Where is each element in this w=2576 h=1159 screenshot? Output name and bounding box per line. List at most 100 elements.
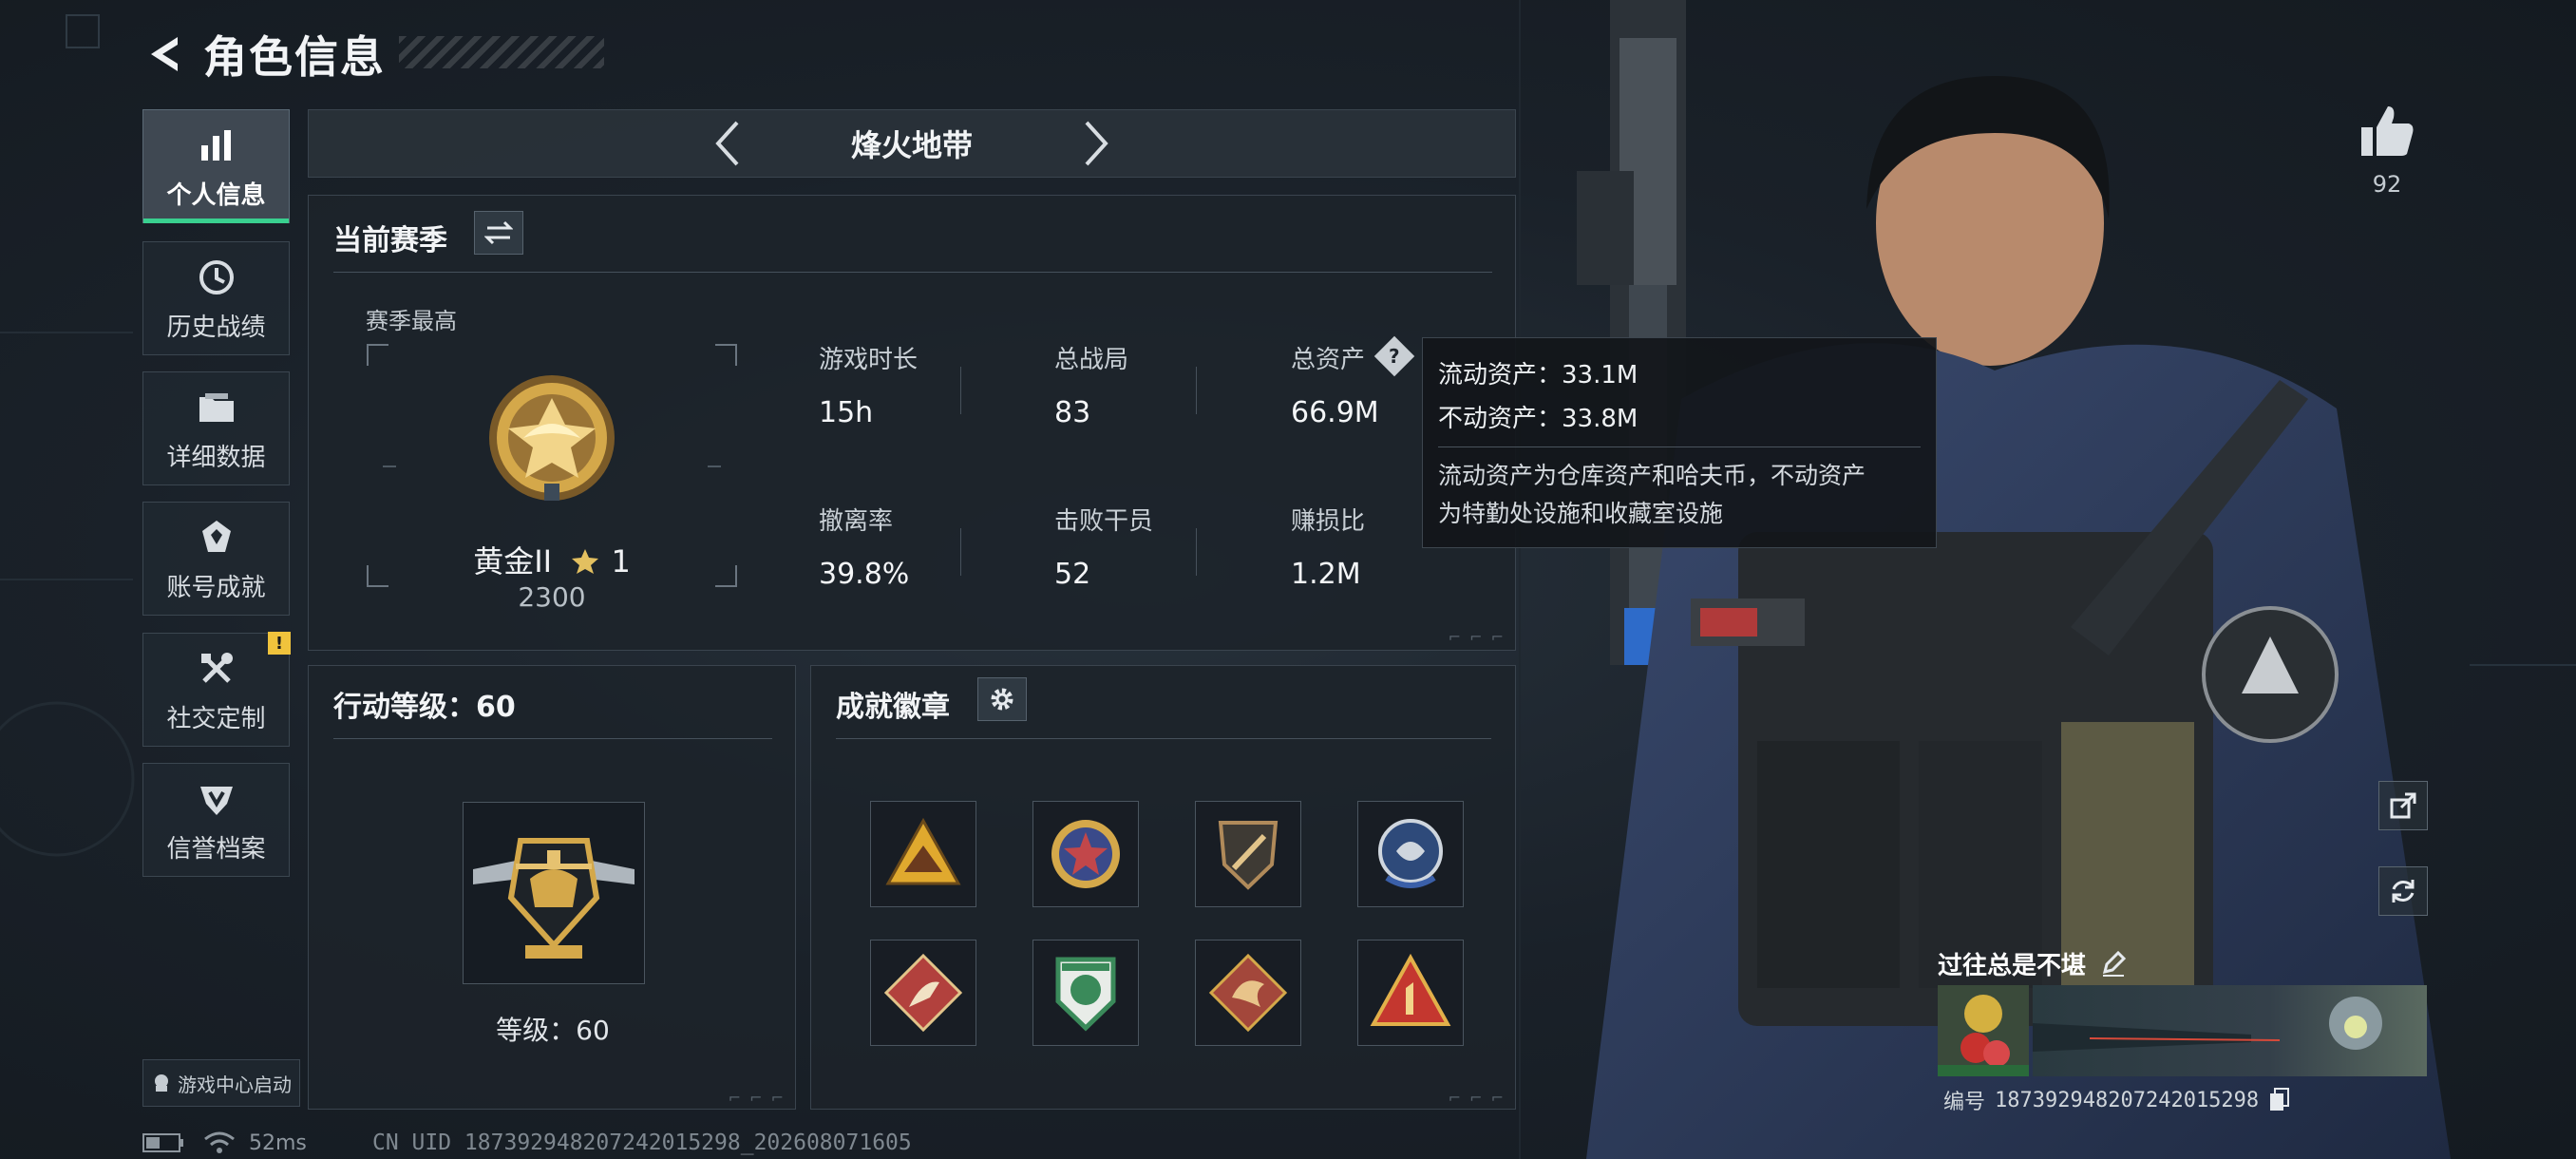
achievement-badge-panel: 成就徽章 ⌐ ⌐ ⌐: [810, 665, 1516, 1110]
mode-title: 烽火地带: [850, 127, 973, 163]
action-level-panel: 行动等级：60 等级：60 ⌐ ⌐ ⌐: [308, 665, 796, 1110]
red-diamond-runner-badge-icon: [883, 953, 963, 1033]
achievement-badge[interactable]: [1032, 940, 1139, 1046]
current-season-panel: 当前赛季 赛季最高 黄金II 1 2300 游戏时长 15h 总战局 83 总资…: [308, 195, 1516, 651]
stat-value: 39.8%: [819, 558, 910, 591]
refresh-icon: [2392, 880, 2415, 902]
folder-icon: [194, 385, 239, 430]
help-icon: ?: [1389, 344, 1400, 368]
player-name-row: 过往总是不堪: [1938, 942, 2128, 984]
stat-label: 撤离率: [819, 507, 894, 536]
helicopter-level-emblem-icon: [473, 838, 635, 959]
stat-value: 1.2M: [1291, 558, 1361, 591]
alert-badge: !: [268, 632, 291, 655]
share-button[interactable]: [2378, 781, 2428, 830]
stat-value: 15h: [819, 396, 874, 429]
corner-decoration: ⌐ ⌐ ⌐: [728, 1089, 786, 1107]
stat-label: 赚损比: [1291, 507, 1366, 536]
share-icon: [2390, 792, 2416, 819]
player-name: 过往总是不堪: [1938, 951, 2087, 980]
stat-value: 83: [1054, 396, 1091, 429]
mode-next-button[interactable]: [1064, 115, 1130, 172]
stat-value: 52: [1054, 558, 1091, 591]
stat-label: 击败干员: [1054, 507, 1154, 536]
bar-chart-icon: [194, 123, 239, 168]
sidebar-item-detailed-data[interactable]: 详细数据: [142, 371, 290, 485]
sidebar-item-achievements[interactable]: 账号成就: [142, 502, 290, 616]
level-divider: [333, 738, 772, 739]
chevron-right-icon: [1085, 121, 1108, 166]
battery-icon: [142, 1133, 183, 1152]
stat-label: 总战局: [1054, 346, 1129, 374]
gear-icon: [991, 688, 1013, 711]
season-switch-button[interactable]: [474, 211, 523, 255]
shield-blade-badge-icon: [1218, 821, 1279, 890]
sidebar-item-credit-record[interactable]: 信誉档案: [142, 763, 290, 877]
chevron-left-icon: [715, 121, 739, 166]
gold-rank-emblem-icon: [489, 375, 615, 501]
tooltip-divider: [1438, 446, 1921, 447]
ping-value: 52ms: [249, 1130, 307, 1155]
star-medal-badge-icon: [1051, 820, 1120, 888]
achievement-settings-button[interactable]: [977, 677, 1027, 721]
corner-decoration: ⌐ ⌐ ⌐: [1448, 1089, 1506, 1107]
wifi-icon: [204, 1131, 235, 1153]
history-icon: [194, 255, 239, 300]
sidebar-item-label: 详细数据: [166, 443, 266, 472]
shield-icon: [194, 776, 239, 822]
stat-separator: [960, 528, 961, 576]
sidebar-item-label: 个人信息: [166, 180, 266, 210]
tooltip-description-line: 流动资产为仓库资产和哈夫币，不动资产: [1438, 462, 1866, 489]
sidebar-item-label: 历史战绩: [166, 313, 266, 342]
season-title: 当前赛季: [333, 224, 447, 257]
refresh-button[interactable]: [2378, 866, 2428, 916]
achievement-badge[interactable]: [1357, 801, 1464, 907]
player-avatar[interactable]: [1938, 985, 2029, 1076]
like-count: 92: [2372, 171, 2402, 198]
season-best-label: 赛季最高: [366, 308, 457, 334]
rank-name-row: 黄金II 1: [366, 538, 738, 581]
page-title: 角色信息: [203, 31, 386, 83]
blue-crest-badge-icon: [1378, 819, 1443, 888]
edit-name-icon[interactable]: [2099, 949, 2128, 978]
game-center-icon: [155, 1074, 168, 1092]
level-emblem-frame: [463, 802, 645, 984]
sidebar-item-social-custom[interactable]: 社交定制 !: [142, 632, 291, 747]
stat-value: 66.9M: [1291, 396, 1379, 429]
achievement-badge[interactable]: [870, 940, 976, 1046]
stat-separator: [1196, 367, 1197, 414]
game-center-launch-button[interactable]: 游戏中心启动: [142, 1059, 300, 1107]
level-text: 等级：60: [496, 1015, 610, 1046]
tooltip-liquid-assets: 流动资产：33.1M: [1438, 361, 1638, 390]
rank-score: 2300: [518, 581, 586, 613]
achievement-divider: [836, 738, 1491, 739]
uid-text: CN UID 187392948207242015298_20260807160…: [372, 1130, 912, 1155]
number-one-triangle-badge-icon: [1370, 953, 1451, 1026]
sidebar-item-label: 账号成就: [166, 573, 266, 602]
tools-icon: [194, 646, 239, 692]
star-icon: [572, 549, 599, 574]
thumbs-up-icon[interactable]: [2358, 103, 2416, 162]
achievement-badge[interactable]: [1195, 940, 1301, 1046]
sidebar-item-label: 信誉档案: [166, 834, 266, 864]
achievement-badge[interactable]: [1357, 940, 1464, 1046]
swap-icon: [484, 220, 513, 245]
season-divider: [333, 272, 1492, 273]
green-shield-badge-icon: [1055, 957, 1116, 1032]
mode-prev-button[interactable]: [693, 115, 760, 172]
level-title: 行动等级：60: [333, 691, 516, 724]
back-button[interactable]: [141, 26, 188, 83]
achievement-badge[interactable]: [1195, 801, 1301, 907]
achievement-badge[interactable]: [870, 801, 976, 907]
sidebar-item-history[interactable]: 历史战绩: [142, 241, 290, 355]
copy-icon[interactable]: [2268, 1088, 2291, 1112]
profile-banner[interactable]: [2033, 985, 2427, 1076]
sidebar-item-label: 社交定制: [166, 704, 266, 733]
sidebar-item-personal-info[interactable]: 个人信息: [142, 109, 290, 223]
achievement-badge[interactable]: [1032, 801, 1139, 907]
tooltip-fixed-assets: 不动资产：33.8M: [1438, 405, 1638, 433]
device-status: 52ms: [142, 1129, 307, 1157]
player-id-value: 187392948207242015298: [1995, 1088, 2260, 1112]
asset-help-button[interactable]: ?: [1373, 335, 1415, 377]
corner-decoration: ⌐ ⌐ ⌐: [1448, 628, 1506, 646]
